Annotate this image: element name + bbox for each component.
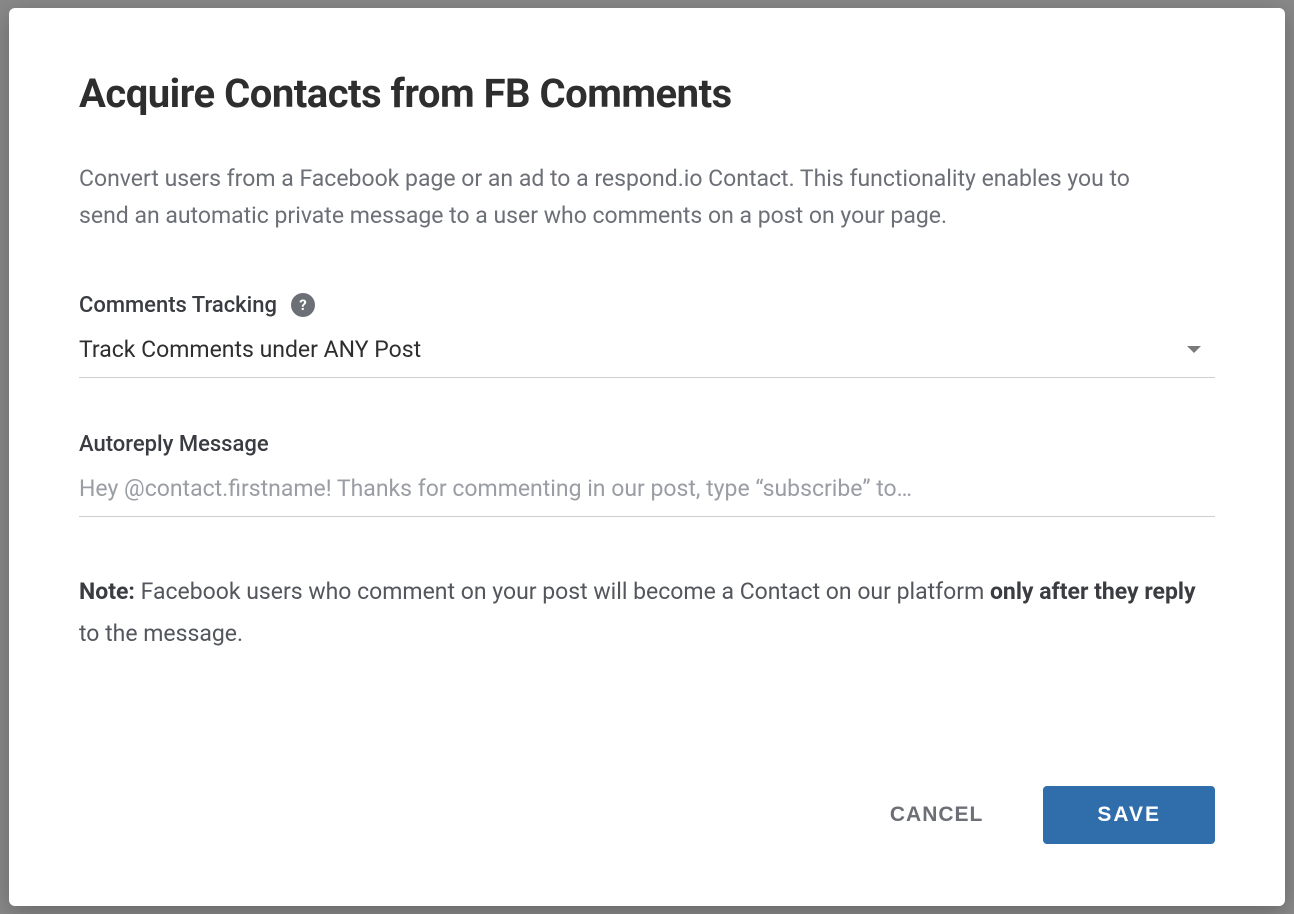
save-button[interactable]: SAVE [1043,786,1215,844]
modal-description: Convert users from a Facebook page or an… [79,161,1159,235]
comments-tracking-select[interactable]: Track Comments under ANY Post [79,336,1215,378]
autoreply-label-text: Autoreply Message [79,432,269,457]
note-mid-text: Facebook users who comment on your post … [135,578,990,605]
modal-title: Acquire Contacts from FB Comments [79,70,1215,117]
note-end-text: to the message. [79,620,243,647]
help-icon[interactable]: ? [291,293,315,317]
note-text: Note: Facebook users who comment on your… [79,571,1215,656]
autoreply-field: Autoreply Message [79,432,1215,517]
cancel-button[interactable]: CANCEL [882,793,992,837]
modal-overlay: Acquire Contacts from FB Comments Conver… [0,0,1294,914]
acquire-contacts-modal: Acquire Contacts from FB Comments Conver… [9,8,1285,906]
comments-tracking-selected-value: Track Comments under ANY Post [79,336,421,363]
note-bold-mid: only after they reply [990,578,1196,605]
modal-actions: CANCEL SAVE [882,786,1215,844]
comments-tracking-label: Comments Tracking ? [79,293,1215,318]
autoreply-input[interactable] [79,475,1215,517]
comments-tracking-field: Comments Tracking ? Track Comments under… [79,293,1215,378]
note-prefix: Note: [79,578,135,605]
caret-down-icon [1187,346,1201,353]
autoreply-label: Autoreply Message [79,432,1215,457]
comments-tracking-label-text: Comments Tracking [79,293,277,318]
